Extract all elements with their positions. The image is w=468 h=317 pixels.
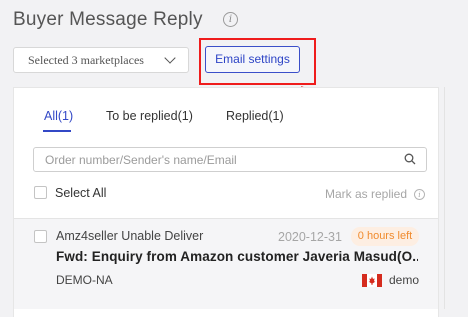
canada-flag-icon: [362, 274, 382, 287]
message-account: DEMO-NA: [56, 273, 113, 287]
message-date: 2020-12-31: [278, 230, 342, 244]
search-input[interactable]: [45, 152, 395, 168]
info-icon: i: [414, 189, 425, 200]
message-subject[interactable]: Fwd: Enquiry from Amazon customer Javeri…: [56, 249, 418, 264]
message-sender: Amz4seller Unable Deliver: [56, 229, 204, 243]
active-tab-underline: [43, 130, 71, 132]
search-box: [33, 147, 427, 172]
message-row-checkbox[interactable]: [34, 230, 47, 243]
select-all-checkbox[interactable]: [34, 186, 47, 199]
search-icon[interactable]: [404, 153, 416, 165]
tab-to-be-replied[interactable]: To be replied(1): [106, 109, 193, 123]
select-all-label: Select All: [55, 186, 107, 200]
time-left-badge: 0 hours left: [351, 227, 419, 246]
panel-divider: [444, 87, 445, 309]
message-store: demo: [389, 273, 420, 287]
tab-replied[interactable]: Replied(1): [226, 109, 284, 123]
tab-bar: All(1) To be replied(1) Replied(1): [31, 109, 291, 132]
mark-as-replied-button[interactable]: Mark as replied: [325, 187, 407, 201]
tab-all[interactable]: All(1): [44, 109, 73, 123]
